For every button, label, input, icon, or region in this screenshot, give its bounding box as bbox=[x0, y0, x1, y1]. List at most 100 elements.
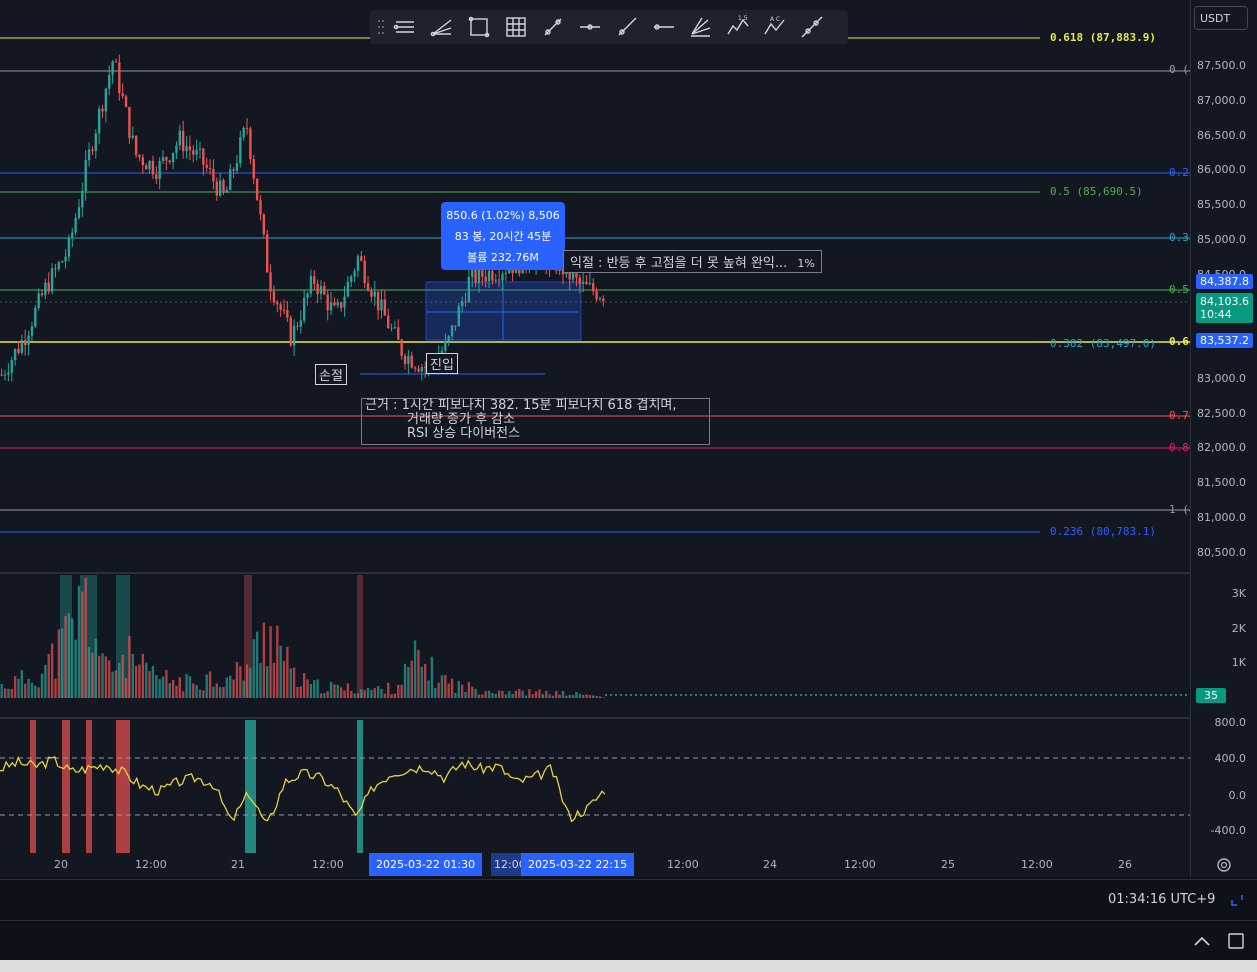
volume-bar bbox=[108, 660, 111, 698]
toolbar-tool-button[interactable] bbox=[423, 10, 460, 44]
candle-body bbox=[178, 130, 181, 146]
divergence-band bbox=[62, 720, 70, 853]
candle-body bbox=[269, 272, 272, 292]
price-scale-label: 85,500.0 bbox=[1197, 198, 1246, 211]
volume-bar bbox=[50, 643, 54, 698]
toolbar-tool-button[interactable] bbox=[460, 10, 497, 44]
toolbar-drag-handle[interactable] bbox=[376, 17, 386, 37]
toolbar-tool-button[interactable] bbox=[793, 10, 830, 44]
volume-bar bbox=[286, 646, 289, 698]
toolbar-tool-button[interactable] bbox=[497, 10, 534, 44]
candle-body bbox=[87, 149, 91, 161]
volume-bar bbox=[20, 670, 24, 698]
toolbar-tool-button[interactable] bbox=[386, 10, 423, 44]
volume-bar bbox=[430, 656, 434, 698]
volume-bar bbox=[598, 696, 602, 698]
chart-area[interactable]: 850.6 (1.02%) 8,506 83 봉, 20시간 45분 볼륨 23… bbox=[0, 0, 1190, 877]
candle-body bbox=[457, 306, 460, 327]
candle-body bbox=[205, 164, 208, 168]
toolbar-tool-button[interactable] bbox=[645, 10, 682, 44]
last-price-tag: 84,103.6 10:44 bbox=[1196, 293, 1253, 323]
candle-body bbox=[198, 148, 202, 150]
osc-scale-label: 800.0 bbox=[1214, 716, 1247, 729]
volume-bar bbox=[309, 683, 313, 698]
fib-label-05: 0.5 (85,690.5) bbox=[1050, 185, 1143, 198]
time-axis[interactable]: 20 12:00 21 12:00 2025-03-22 01:30 12:00… bbox=[0, 853, 1190, 877]
toolbar-tool-button[interactable] bbox=[682, 10, 719, 44]
volume-bar bbox=[34, 685, 37, 698]
take-profit-text: 익절 : 반등 후 고점을 더 못 높혀 완익... bbox=[570, 256, 788, 271]
volume-bar bbox=[390, 694, 393, 698]
fullscreen-icon[interactable] bbox=[1229, 892, 1245, 908]
price-scale-label: 82,000.0 bbox=[1197, 441, 1246, 455]
candle-body bbox=[212, 169, 215, 182]
candle-body bbox=[410, 355, 413, 368]
volume-bar bbox=[229, 675, 232, 698]
fib-price-tag: 84,387.8 bbox=[1196, 274, 1253, 289]
candle-body bbox=[168, 160, 171, 163]
reason-note[interactable]: 근거 : 1시간 피보나치 382. 15분 피보나치 618 겹치며, 거래량… bbox=[361, 398, 710, 445]
stop-loss-note[interactable]: 손절 bbox=[315, 364, 347, 385]
time-label: 24 bbox=[763, 858, 777, 871]
volume-bar bbox=[195, 684, 198, 698]
take-profit-note[interactable]: 익절 : 반등 후 고점을 더 못 높혀 완익... 1% bbox=[563, 250, 822, 273]
volume-bar bbox=[114, 670, 118, 698]
candle-body bbox=[185, 146, 188, 152]
candle-body bbox=[585, 281, 588, 285]
maximize-panel-icon[interactable] bbox=[1228, 933, 1244, 949]
volume-bar bbox=[198, 689, 202, 698]
candle-body bbox=[353, 270, 356, 277]
volume-bar bbox=[44, 664, 47, 698]
toolbar-tools: 1 5 A C bbox=[386, 10, 830, 44]
volume-bar bbox=[471, 686, 474, 698]
candle-body bbox=[242, 127, 245, 138]
volume-bar bbox=[376, 686, 380, 698]
candle-body bbox=[276, 302, 279, 305]
volume-bar bbox=[548, 694, 551, 698]
candle-body bbox=[195, 149, 198, 155]
horizontal-segment-tool-icon bbox=[653, 24, 674, 30]
candle-body bbox=[360, 256, 363, 261]
scale-settings-button[interactable] bbox=[1191, 852, 1257, 876]
candle-body bbox=[413, 367, 417, 369]
candle-body bbox=[94, 133, 97, 152]
candle-body bbox=[326, 294, 329, 311]
entry-note[interactable]: 진입 bbox=[426, 353, 458, 374]
volume-bar bbox=[54, 678, 57, 698]
volume-scale-label: 2K bbox=[1231, 622, 1246, 635]
reason-line-3: RSI 상승 다이버전스 bbox=[407, 426, 521, 441]
candle-body bbox=[303, 297, 306, 321]
price-scale-label: 87,000.0 bbox=[1197, 93, 1246, 107]
toolbar-tool-button[interactable] bbox=[534, 10, 571, 44]
volume-bar bbox=[279, 645, 282, 698]
volume-bar bbox=[222, 687, 225, 698]
candle-body bbox=[407, 355, 410, 364]
toolbar-tool-button[interactable] bbox=[571, 10, 608, 44]
volume-bar bbox=[487, 690, 491, 698]
candle-body bbox=[124, 96, 128, 107]
volume-bar bbox=[64, 615, 67, 698]
bottom-panel bbox=[0, 920, 1257, 961]
toolbar-tool-button[interactable] bbox=[608, 10, 645, 44]
fib-fan-tool-icon bbox=[430, 19, 451, 37]
toolbar-tool-button[interactable]: 1 5 bbox=[719, 10, 756, 44]
volume-bar bbox=[131, 653, 134, 698]
drawing-toolbar[interactable]: 1 5 A C bbox=[370, 10, 848, 44]
fib-label-0: 0 (8 bbox=[1169, 63, 1190, 76]
price-scale[interactable]: 87,500.0 87,000.0 86,500.0 86,000.0 85,500.0… bbox=[1190, 0, 1257, 877]
measure-change: 850.6 (1.02%) 8,506 bbox=[446, 209, 560, 222]
candle-body bbox=[192, 150, 195, 155]
volume-bar bbox=[558, 694, 561, 698]
candle-body bbox=[313, 276, 316, 284]
currency-selector[interactable]: USDT bbox=[1194, 6, 1248, 30]
volume-bar bbox=[585, 694, 588, 698]
chevron-up-icon[interactable] bbox=[1193, 935, 1211, 947]
volume-bar bbox=[339, 687, 343, 698]
candle-body bbox=[319, 285, 323, 295]
candle-body bbox=[252, 159, 255, 179]
volume-bar bbox=[477, 694, 481, 698]
toolbar-tool-button[interactable]: A C bbox=[756, 10, 793, 44]
candle-body bbox=[571, 272, 575, 280]
clock-display[interactable]: 01:34:16 UTC+9 bbox=[1108, 892, 1215, 907]
volume-bar bbox=[571, 695, 575, 698]
